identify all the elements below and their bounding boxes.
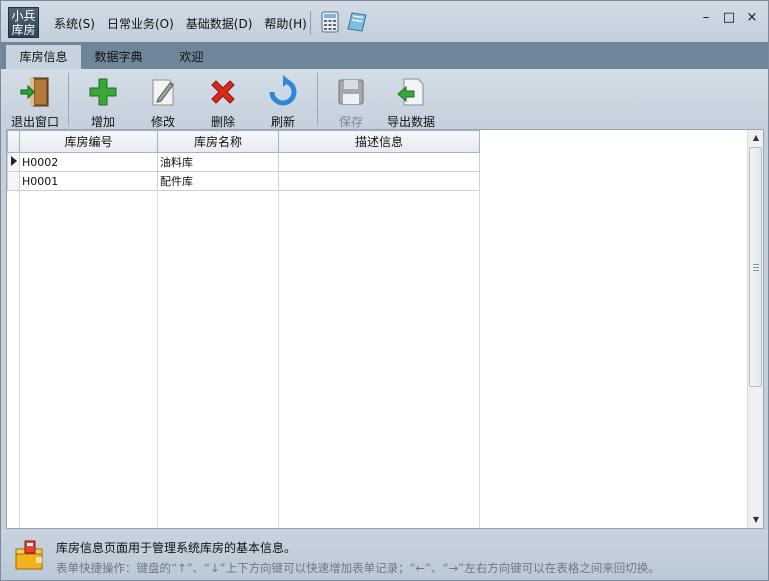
column-header-warehouse-code[interactable]: 库房编号 [19,130,158,153]
warehouse-table: 库房编号 库房名称 描述信息 H0002 油料库 H0001 配件库 [7,130,480,191]
cell-description[interactable] [278,171,480,191]
maximize-button[interactable]: □ [719,10,739,26]
edit-button[interactable]: 修改 [133,73,193,129]
cell-warehouse-name[interactable]: 配件库 [157,171,279,191]
exit-window-label: 退出窗口 [10,115,59,129]
title-bar: 小兵 库房 系统(S) 日常业务(O) 基础数据(D) 帮助(H) – □ × [1,1,768,42]
refresh-icon [269,75,297,106]
logo-line-2: 库房 [11,23,36,37]
info-footer: 库房信息页面用于管理系统库房的基本信息。 表单快捷操作：键盘的“↑”、“↓”上下… [1,530,768,580]
export-data-button[interactable]: 导出数据 [381,73,441,129]
column-header-warehouse-name[interactable]: 库房名称 [157,130,279,153]
column-header-description[interactable]: 描述信息 [278,130,480,153]
delete-button[interactable]: 删除 [193,73,253,129]
menu-basic-data[interactable]: 基础数据(D) [180,15,259,32]
export-icon [397,78,424,106]
scroll-grip-icon [753,264,759,271]
table-header-row: 库房编号 库房名称 描述信息 [7,130,480,153]
add-button[interactable]: 增加 [73,73,133,129]
exit-door-icon [20,77,49,107]
app-logo: 小兵 库房 [8,7,39,38]
toolbar-divider-2 [317,73,318,125]
scroll-up-arrow-icon[interactable]: ▲ [748,130,764,146]
edit-pencil-icon [152,79,174,106]
menu-divider [310,11,311,35]
delete-label: 删除 [210,115,235,129]
plus-icon [89,78,117,106]
save-button[interactable]: 保存 [321,73,381,129]
menu-bar: 系统(S) 日常业务(O) 基础数据(D) 帮助(H) [48,15,313,32]
cell-warehouse-code[interactable]: H0002 [19,152,158,172]
refresh-button[interactable]: 刷新 [253,73,313,129]
row-indicator [7,171,20,191]
notebook-icon[interactable] [346,11,368,33]
row-pointer-icon [10,155,17,166]
table-row[interactable]: H0001 配件库 [7,171,480,191]
toolbar-divider [68,73,69,125]
footer-hint: 表单快捷操作：键盘的“↑”、“↓”上下方向键可以快速增加表单记录；“←”、“→”… [56,561,660,575]
close-button[interactable]: × [742,10,762,26]
tab-data-dictionary[interactable]: 数据字典 [81,45,156,69]
app-window: 小兵 库房 系统(S) 日常业务(O) 基础数据(D) 帮助(H) – □ × [0,0,769,581]
vertical-scrollbar[interactable]: ▲ ▼ [747,130,763,528]
delete-x-icon [211,80,235,104]
cell-warehouse-name[interactable]: 油料库 [157,152,279,172]
footer-message: 库房信息页面用于管理系统库房的基本信息。 [56,541,297,555]
save-disk-icon [338,79,364,105]
tab-bar: 库房信息 数据字典 欢迎 [1,42,768,69]
table-row[interactable]: H0002 油料库 [7,152,480,172]
scroll-down-arrow-icon[interactable]: ▼ [748,512,764,528]
add-label: 增加 [90,115,115,129]
tab-warehouse-info[interactable]: 库房信息 [6,45,81,69]
grid-column-line [19,190,20,528]
save-label: 保存 [338,115,363,129]
grid-column-line [479,190,480,528]
refresh-label: 刷新 [270,115,295,129]
menu-system[interactable]: 系统(S) [48,15,101,32]
menu-daily-business[interactable]: 日常业务(O) [101,15,180,32]
export-data-label: 导出数据 [386,115,435,129]
data-grid: 库房编号 库房名称 描述信息 H0002 油料库 H0001 配件库 ▲ ▼ [6,129,764,529]
row-indicator-header [7,130,20,153]
edit-label: 修改 [150,115,175,129]
cell-warehouse-code[interactable]: H0001 [19,171,158,191]
toolbar: 退出窗口 增加 修改 删除 刷新 保存 导出数据 [1,69,768,129]
tab-welcome[interactable]: 欢迎 [159,45,224,69]
menu-help[interactable]: 帮助(H) [258,15,312,32]
minimize-button[interactable]: – [696,10,716,26]
current-row-indicator [7,152,20,172]
grid-column-line [157,190,158,528]
calculator-icon[interactable] [319,11,341,33]
logo-line-1: 小兵 [11,9,36,23]
cell-description[interactable] [278,152,480,172]
exit-window-button[interactable]: 退出窗口 [5,73,65,129]
warehouse-info-icon [15,540,43,570]
scrollbar-thumb[interactable] [749,147,762,387]
grid-column-line [278,190,279,528]
